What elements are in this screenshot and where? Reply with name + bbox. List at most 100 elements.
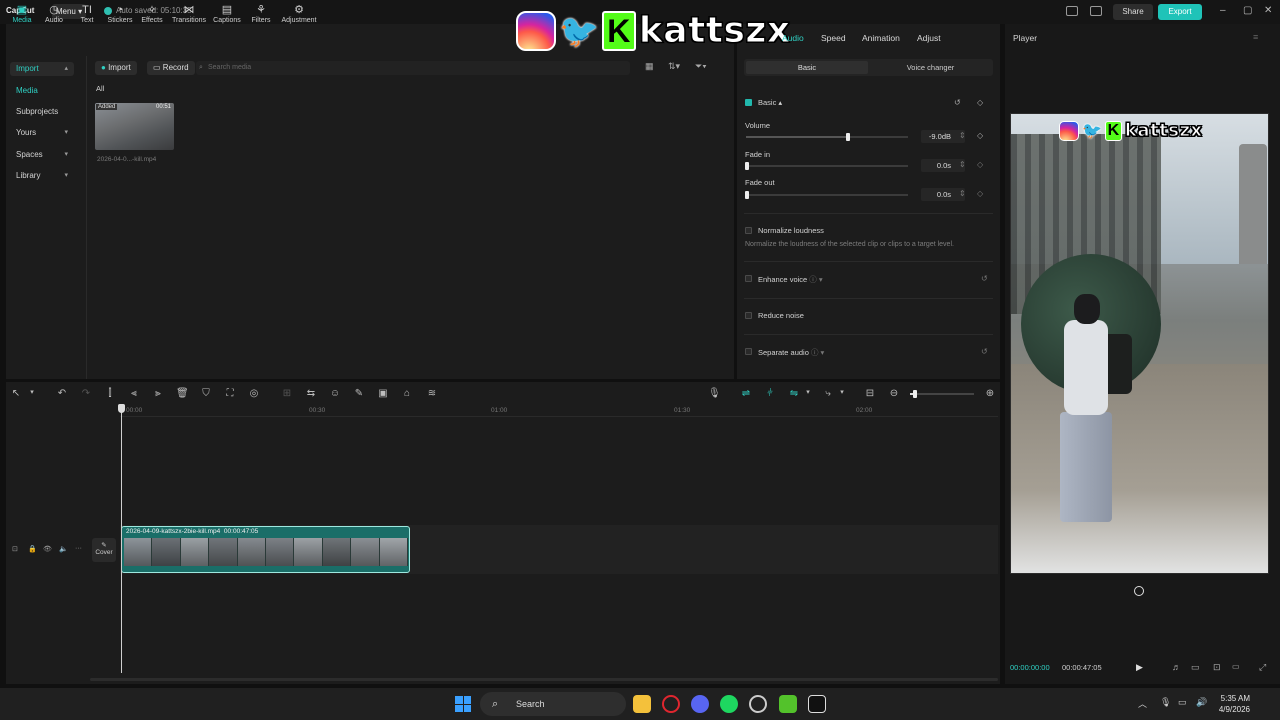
fullscreen-icon[interactable]: ⤢: [1259, 662, 1266, 673]
more-icon[interactable]: ···: [75, 545, 82, 552]
microphone-icon[interactable]: 🎙: [708, 388, 721, 399]
basic-header[interactable]: Basic ▴: [758, 98, 782, 107]
enhance-voice-checkbox[interactable]: [745, 275, 752, 282]
zoom-slider[interactable]: [910, 393, 974, 395]
cover-button[interactable]: ✎ Cover: [92, 538, 116, 562]
audio-split-icon[interactable]: ≋: [426, 388, 438, 399]
tool-audio[interactable]: ◷ Audio: [37, 4, 71, 24]
import-button[interactable]: ● Import: [95, 61, 137, 75]
sidebar-item-subprojects[interactable]: Subprojects: [10, 105, 74, 119]
separate-audio-checkbox[interactable]: [745, 348, 752, 355]
speed-icon[interactable]: ◎: [248, 388, 260, 399]
tab-speed[interactable]: Speed: [821, 33, 846, 43]
layout-icon[interactable]: [1066, 6, 1078, 16]
basic-checkbox[interactable]: [745, 99, 752, 106]
freeze-icon[interactable]: ⊞: [281, 388, 293, 399]
file-explorer-icon[interactable]: [633, 695, 651, 713]
discord-icon[interactable]: [691, 695, 709, 713]
marker-icon[interactable]: ⛉: [200, 388, 212, 399]
zoom-out-icon[interactable]: ⊖: [888, 388, 900, 399]
fade-in-knob[interactable]: [745, 162, 749, 170]
auto-snap-icon[interactable]: ⫩: [764, 388, 776, 399]
ratio-icon[interactable]: ▭: [1191, 662, 1200, 673]
sidebar-item-library[interactable]: Library ▾: [10, 169, 74, 183]
linkage-icon[interactable]: ⇋: [788, 388, 800, 399]
volume-slider-knob[interactable]: [846, 133, 850, 141]
aspect-ratio-icon[interactable]: ▭: [1232, 662, 1240, 671]
capcut-icon[interactable]: [808, 695, 826, 713]
keyframe-icon[interactable]: ◇: [977, 131, 983, 140]
tool-adjustment[interactable]: ⚙ Adjustment: [278, 4, 320, 24]
reset-icon[interactable]: ↺: [954, 98, 961, 107]
record-button[interactable]: ▭ Record: [147, 61, 195, 75]
zoom-in-icon[interactable]: ⊕: [984, 388, 996, 399]
preview-axis-icon[interactable]: ⤷: [822, 388, 834, 399]
stepper-icon[interactable]: ⇕: [959, 160, 966, 169]
split-right-icon[interactable]: ⫸: [152, 388, 164, 399]
playhead-handle[interactable]: [118, 404, 125, 413]
keyframe-icon[interactable]: ◇: [977, 189, 983, 198]
play-button[interactable]: ▶: [1136, 662, 1143, 673]
media-thumbnail[interactable]: Added 00:51: [95, 103, 174, 150]
chevron-down-icon[interactable]: ▾: [802, 388, 814, 396]
search-input[interactable]: ⌕ Search media: [196, 61, 630, 75]
eye-icon[interactable]: 👁: [43, 545, 52, 553]
maximize-button[interactable]: ▢: [1243, 5, 1252, 16]
tool-filters[interactable]: ⚘ Filters: [244, 4, 278, 24]
split-icon[interactable]: ⫿: [104, 388, 116, 399]
video-preview[interactable]: 🐦 K kattszx: [1010, 113, 1269, 574]
camera-icon[interactable]: ⌂: [401, 388, 413, 399]
sort-icon[interactable]: ⇅▾: [668, 61, 680, 72]
opera-icon[interactable]: [662, 695, 680, 713]
main-track-magnet-icon[interactable]: ⇌: [740, 388, 752, 399]
app-icon[interactable]: [779, 695, 797, 713]
keyframe-icon[interactable]: ◇: [977, 98, 983, 107]
speaker-icon[interactable]: 🔈: [59, 545, 68, 553]
taskbar-search[interactable]: ⌕ Search: [480, 692, 626, 716]
view-grid-icon[interactable]: ▦: [645, 61, 654, 72]
redo-icon[interactable]: ↷: [80, 388, 92, 399]
split-left-icon[interactable]: ⫷: [128, 388, 140, 399]
sidebar-item-media[interactable]: Media: [10, 84, 74, 98]
filter-icon[interactable]: ⏷▾: [695, 61, 707, 72]
track-lock-toggle-icon[interactable]: ⊡: [12, 545, 18, 553]
reset-icon[interactable]: ↺: [981, 347, 988, 356]
lock-icon[interactable]: 🔒: [28, 545, 37, 553]
segment-voice-changer[interactable]: Voice changer: [870, 61, 991, 74]
caption-icon[interactable]: ▣: [377, 388, 389, 399]
chevron-down-icon[interactable]: ▾: [26, 388, 38, 396]
keyframe-icon[interactable]: ◇: [977, 160, 983, 169]
tool-transitions[interactable]: ⋈ Transitions: [172, 4, 206, 24]
timeline-ruler[interactable]: [120, 416, 998, 417]
zoom-slider-knob[interactable]: [913, 390, 917, 398]
windows-start-icon[interactable]: [455, 696, 471, 712]
video-clip[interactable]: 2026-04-09-kattszx-2bie-kill.mp4 00:00:4…: [121, 526, 410, 573]
reverse-icon[interactable]: ⇆: [305, 388, 317, 399]
tab-animation[interactable]: Animation: [862, 33, 900, 43]
select-cursor-icon[interactable]: ↖: [10, 388, 22, 399]
fade-out-slider[interactable]: [746, 194, 908, 196]
tool-effects[interactable]: ✧ Effects: [135, 4, 169, 24]
tab-adjust[interactable]: Adjust: [917, 33, 941, 43]
minimize-button[interactable]: –: [1220, 5, 1226, 16]
tool-text[interactable]: TI Text: [70, 4, 104, 24]
fade-in-slider[interactable]: [746, 165, 908, 167]
segment-basic[interactable]: Basic: [746, 61, 868, 74]
export-button[interactable]: Export: [1158, 4, 1202, 20]
system-clock[interactable]: 5:35 AM 4/9/2026: [1219, 693, 1250, 715]
tool-captions[interactable]: ▤ Captions: [210, 4, 244, 24]
sidebar-item-spaces[interactable]: Spaces ▾: [10, 148, 74, 162]
sidebar-item-yours[interactable]: Yours ▾: [10, 126, 74, 140]
sidebar-item-import[interactable]: Import ▴: [10, 62, 74, 76]
share-button[interactable]: Share: [1113, 4, 1153, 20]
chevron-down-icon[interactable]: ▾: [836, 388, 848, 396]
fade-out-knob[interactable]: [745, 191, 749, 199]
stepper-icon[interactable]: ⇕: [959, 189, 966, 198]
tray-volume-icon[interactable]: 🔊: [1196, 697, 1207, 708]
player-menu-icon[interactable]: ≡: [1253, 32, 1258, 42]
fit-icon[interactable]: ⊟: [864, 388, 876, 399]
tray-network-icon[interactable]: ▭: [1178, 697, 1187, 708]
playhead[interactable]: [121, 406, 122, 673]
screenshot-icon[interactable]: ⊡: [1213, 662, 1221, 673]
delete-icon[interactable]: 🗑: [176, 388, 189, 399]
